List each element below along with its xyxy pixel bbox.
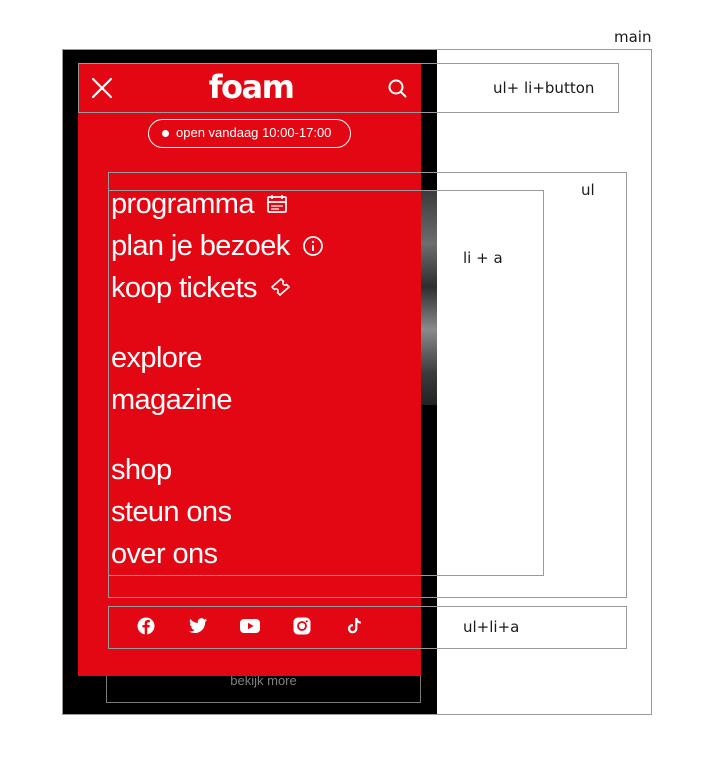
social-list-label: ul+li+a: [463, 618, 520, 636]
nav-list-label: ul: [581, 181, 595, 199]
header-list-label: ul+ li+button: [493, 79, 595, 97]
nav-item-outline: [108, 190, 544, 576]
nav-item-label-annotation: li + a: [463, 249, 503, 267]
main-label: main: [614, 28, 652, 46]
social-list-outline: [108, 606, 627, 649]
